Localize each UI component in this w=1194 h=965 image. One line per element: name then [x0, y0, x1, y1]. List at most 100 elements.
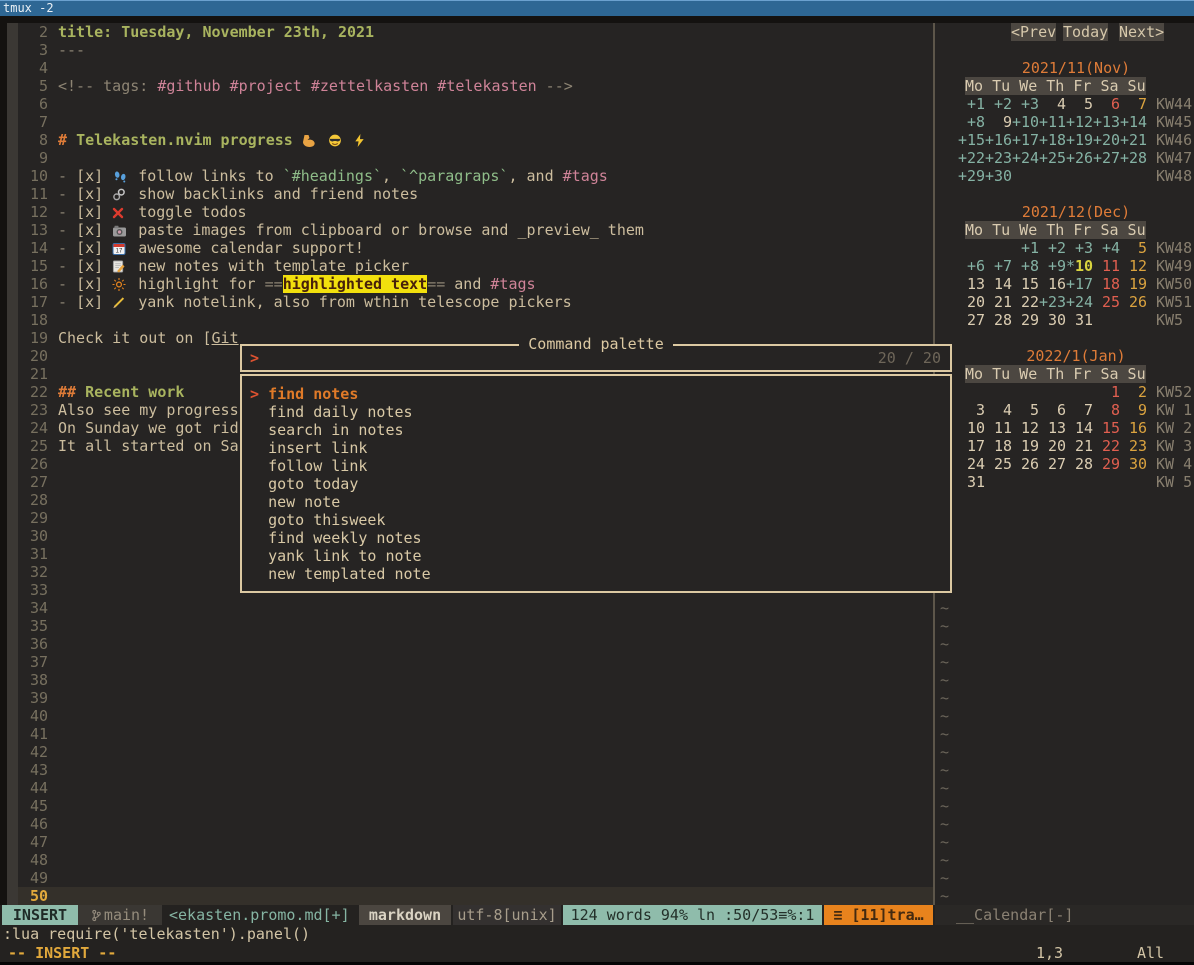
editor-line[interactable]: 7	[18, 113, 933, 131]
calendar-day[interactable]: +19	[1066, 131, 1093, 149]
calendar-day[interactable]: 30	[1120, 455, 1147, 473]
calendar-day[interactable]: 28	[1066, 455, 1093, 473]
calendar-day[interactable]: 27	[958, 311, 985, 329]
calendar-day[interactable]: 7	[1066, 401, 1093, 419]
calendar-day[interactable]: 16	[1039, 275, 1066, 293]
editor-line[interactable]: 43	[18, 761, 933, 779]
calendar-day[interactable]: 14	[1066, 419, 1093, 437]
calendar-day[interactable]: +7	[985, 257, 1012, 275]
calendar-day[interactable]: +20	[1093, 131, 1120, 149]
calendar-day[interactable]: 28	[985, 311, 1012, 329]
calendar-day[interactable]: +28	[1120, 149, 1147, 167]
calendar-day[interactable]: +17	[1012, 131, 1039, 149]
calendar-day[interactable]: +27	[1093, 149, 1120, 167]
editor-line[interactable]: 13- [x] paste images from clipboard or b…	[18, 221, 933, 239]
calendar-day[interactable]: 26	[1012, 455, 1039, 473]
editor-line[interactable]: 8# Telekasten.nvim progress	[18, 131, 933, 149]
calendar-day[interactable]: +21	[1120, 131, 1147, 149]
calendar-day[interactable]: +8	[1012, 257, 1039, 275]
calendar-day[interactable]: +10	[1012, 113, 1039, 131]
calendar-day[interactable]: +26	[1066, 149, 1093, 167]
calendar-day[interactable]: +17	[1066, 275, 1093, 293]
calendar-day[interactable]: 22	[1012, 293, 1039, 311]
calendar-day[interactable]: 3	[958, 401, 985, 419]
editor-line[interactable]: 12- [x] toggle todos	[18, 203, 933, 221]
calendar-day[interactable]: +3	[1066, 239, 1093, 257]
calendar-day[interactable]: +1	[1012, 239, 1039, 257]
calendar-day[interactable]: 29	[1093, 455, 1120, 473]
editor-line[interactable]: 10- [x] follow links to `#headings`, `^p…	[18, 167, 933, 185]
calendar-day[interactable]: +18	[1039, 131, 1066, 149]
calendar-day[interactable]: 11	[1093, 257, 1120, 275]
editor-line[interactable]: 41	[18, 725, 933, 743]
calendar-day[interactable]: +3	[1012, 95, 1039, 113]
calendar-day[interactable]: +11	[1039, 113, 1066, 131]
calendar-day[interactable]: 21	[985, 293, 1012, 311]
calendar-day[interactable]: +22	[958, 149, 985, 167]
calendar-day[interactable]: 9	[1120, 401, 1147, 419]
editor-line[interactable]: 46	[18, 815, 933, 833]
calendar-day[interactable]: +2	[1039, 239, 1066, 257]
calendar-day[interactable]: +13	[1093, 113, 1120, 131]
calendar-day[interactable]: 21	[1066, 437, 1093, 455]
calendar-day[interactable]: +2	[985, 95, 1012, 113]
editor-line[interactable]: 47	[18, 833, 933, 851]
editor-line[interactable]: 16- [x] highlight for ==highlighted text…	[18, 275, 933, 293]
calendar-day[interactable]: 7	[1120, 95, 1147, 113]
calendar-day[interactable]: 5	[1012, 401, 1039, 419]
calendar-day[interactable]: 17	[958, 437, 985, 455]
calendar-day[interactable]: +6	[958, 257, 985, 275]
palette-item[interactable]: search in notes	[250, 421, 404, 439]
editor-line[interactable]: 40	[18, 707, 933, 725]
editor-line[interactable]: 48	[18, 851, 933, 869]
calendar-day[interactable]: +9	[1039, 257, 1066, 275]
editor-line[interactable]: 3---	[18, 41, 933, 59]
calendar-day[interactable]: +1	[958, 95, 985, 113]
calendar-day[interactable]: 9	[985, 113, 1012, 131]
calendar-day[interactable]: +24	[1066, 293, 1093, 311]
calendar-day[interactable]: +23	[985, 149, 1012, 167]
calendar-day[interactable]: +12	[1066, 113, 1093, 131]
calendar-day[interactable]: 31	[1066, 311, 1093, 329]
calendar-day[interactable]: 15	[1012, 275, 1039, 293]
editor-line[interactable]: 39	[18, 689, 933, 707]
calendar-day[interactable]: +4	[1093, 239, 1120, 257]
calendar-day[interactable]: 16	[1120, 419, 1147, 437]
command-line[interactable]: :lua require('telekasten').panel()	[0, 925, 1194, 944]
calendar-day[interactable]: 8	[1093, 401, 1120, 419]
editor-line[interactable]: 42	[18, 743, 933, 761]
editor-line[interactable]: 14- [x] 17awesome calendar support!	[18, 239, 933, 257]
palette-item[interactable]: yank link to note	[250, 547, 422, 565]
calendar-day[interactable]: 13	[1039, 419, 1066, 437]
calendar-day[interactable]: 25	[985, 455, 1012, 473]
calendar-day[interactable]: 20	[958, 293, 985, 311]
next-button[interactable]: Next>	[1119, 23, 1164, 41]
calendar-day[interactable]: +23	[1039, 293, 1066, 311]
editor-line[interactable]: 34	[18, 599, 933, 617]
editor-line[interactable]: 45	[18, 797, 933, 815]
calendar-day[interactable]: +24	[1012, 149, 1039, 167]
editor-line[interactable]: 38	[18, 671, 933, 689]
editor-line[interactable]: 17- [x] yank notelink, also from wthin t…	[18, 293, 933, 311]
calendar-day[interactable]: 12	[1012, 419, 1039, 437]
palette-item[interactable]: new note	[250, 493, 340, 511]
calendar-day[interactable]: 19	[1012, 437, 1039, 455]
editor-line[interactable]: 35	[18, 617, 933, 635]
calendar-day[interactable]: 2	[1120, 383, 1147, 401]
today-button[interactable]: Today	[1063, 23, 1108, 41]
palette-item[interactable]: new templated note	[250, 565, 431, 583]
calendar-day[interactable]: 23	[1120, 437, 1147, 455]
palette-prompt[interactable]: > 20 / 20	[240, 344, 952, 372]
editor-line[interactable]: 37	[18, 653, 933, 671]
editor-line[interactable]: 5<!-- tags: #github #project #zettelkast…	[18, 77, 933, 95]
editor-line[interactable]: 15- [x] new notes with template picker	[18, 257, 933, 275]
calendar-day[interactable]: 6	[1039, 401, 1066, 419]
calendar-day[interactable]: 19	[1120, 275, 1147, 293]
calendar-day[interactable]: 30	[1039, 311, 1066, 329]
calendar-day[interactable]: 31	[958, 473, 985, 491]
prev-button[interactable]: <Prev	[1011, 23, 1056, 41]
editor-line[interactable]: 9	[18, 149, 933, 167]
editor-line[interactable]: 18	[18, 311, 933, 329]
calendar-day[interactable]: 5	[1066, 95, 1093, 113]
calendar-day[interactable]: 29	[1012, 311, 1039, 329]
